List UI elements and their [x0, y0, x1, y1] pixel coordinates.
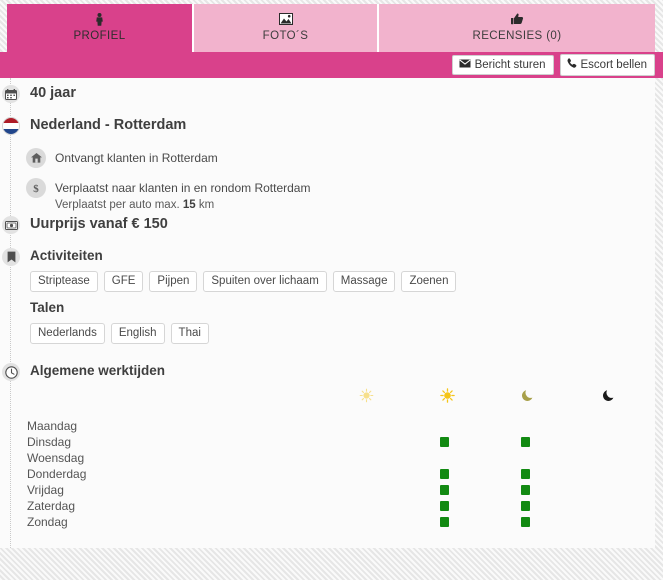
language-tag[interactable]: Thai — [171, 323, 209, 344]
day-label: Donderdag — [27, 466, 86, 482]
tab-fotos[interactable]: FOTO´S — [194, 4, 379, 52]
activities-title: Activiteiten — [30, 248, 103, 263]
activity-tag[interactable]: Striptease — [30, 271, 98, 292]
home-icon — [26, 148, 46, 168]
day-label: Dinsdag — [27, 434, 71, 450]
outcall-detail-value: 15 — [183, 199, 196, 211]
pale-sun-icon — [355, 388, 377, 406]
money-icon — [2, 216, 20, 234]
table-row: Donderdag — [0, 466, 655, 482]
thumbs-up-icon — [511, 13, 524, 27]
availability-marker — [440, 517, 449, 527]
activity-tag[interactable]: Spuiten over lichaam — [203, 271, 326, 292]
schedule-rows: Maandag Dinsdag Woensdag Donderdag Vrijd — [0, 418, 655, 530]
languages-tags: Nederlands English Thai — [30, 323, 209, 344]
schedule-title: Algemene werktijden — [30, 363, 165, 378]
profile-page: PROFIEL FOTO´S RECENSIES (0) — [0, 0, 663, 580]
tab-recensies[interactable]: RECENSIES (0) — [379, 4, 655, 52]
language-tag[interactable]: Nederlands — [30, 323, 105, 344]
tab-recensies-label: RECENSIES (0) — [473, 30, 562, 43]
day-label: Maandag — [27, 418, 77, 434]
photo-icon — [279, 13, 293, 27]
availability-marker — [521, 501, 530, 511]
schedule-header — [0, 388, 655, 410]
bright-sun-icon — [436, 388, 458, 406]
outcall-detail-suffix: km — [196, 199, 215, 211]
activity-tag[interactable]: Pijpen — [149, 271, 197, 292]
incall-text: Ontvangt klanten in Rotterdam — [55, 148, 218, 166]
table-row: Zondag — [0, 514, 655, 530]
dark-moon-icon — [599, 388, 621, 406]
dollar-icon: $ — [26, 178, 46, 198]
clock-icon — [2, 363, 20, 381]
escort-bellen-label: Escort bellen — [581, 59, 647, 71]
languages-title: Talen — [30, 300, 64, 315]
table-row: Vrijdag — [0, 482, 655, 498]
age-label: 40 jaar — [30, 85, 76, 101]
table-row: Woensdag — [0, 450, 655, 466]
person-icon — [95, 13, 104, 27]
language-tag[interactable]: English — [111, 323, 165, 344]
escort-bellen-button[interactable]: Escort bellen — [560, 54, 655, 76]
calendar-icon — [2, 85, 20, 103]
activities-tags: Striptease GFE Pijpen Spuiten over licha… — [30, 271, 456, 292]
availability-marker — [521, 485, 530, 495]
profile-card: 40 jaar Nederland - Rotterdam Ontvangt k… — [0, 78, 655, 548]
table-row: Dinsdag — [0, 434, 655, 450]
availability-marker — [440, 469, 449, 479]
day-label: Vrijdag — [27, 482, 64, 498]
day-label: Zondag — [27, 514, 68, 530]
tab-fotos-label: FOTO´S — [263, 30, 309, 43]
day-label: Woensdag — [27, 450, 84, 466]
bookmark-icon — [2, 248, 20, 266]
outcall-detail: Verplaatst per auto max. 15 km — [55, 198, 310, 213]
bericht-sturen-button[interactable]: Bericht sturen — [452, 55, 554, 75]
price-label: Uurprijs vanaf € 150 — [30, 216, 168, 232]
phone-icon — [567, 58, 577, 72]
availability-marker — [521, 469, 530, 479]
activity-tag[interactable]: GFE — [104, 271, 144, 292]
day-label: Zaterdag — [27, 498, 75, 514]
tab-profiel[interactable]: PROFIEL — [7, 4, 194, 52]
availability-marker — [521, 437, 530, 447]
tab-profiel-label: PROFIEL — [73, 30, 125, 43]
olive-moon-icon — [518, 388, 540, 406]
action-bar: Bericht sturen Escort bellen — [0, 52, 663, 78]
outcall-main: Verplaatst naar klanten in en rondom Rot… — [55, 181, 310, 195]
activity-tag[interactable]: Massage — [333, 271, 396, 292]
availability-marker — [440, 485, 449, 495]
location-label: Nederland - Rotterdam — [30, 117, 186, 133]
svg-text:$: $ — [33, 183, 39, 194]
table-row: Zaterdag — [0, 498, 655, 514]
bericht-sturen-label: Bericht sturen — [475, 59, 546, 71]
incall-row: Ontvangt klanten in Rotterdam — [26, 148, 218, 168]
table-row: Maandag — [0, 418, 655, 434]
availability-marker — [440, 437, 449, 447]
activity-tag[interactable]: Zoenen — [401, 271, 456, 292]
outcall-row: $ Verplaatst naar klanten in en rondom R… — [26, 178, 310, 213]
envelope-icon — [459, 59, 471, 71]
outcall-detail-prefix: Verplaatst per auto max. — [55, 199, 183, 211]
availability-marker — [521, 517, 530, 527]
availability-marker — [440, 501, 449, 511]
outcall-text: Verplaatst naar klanten in en rondom Rot… — [55, 178, 310, 213]
dutch-flag-icon — [2, 117, 20, 135]
tab-bar: PROFIEL FOTO´S RECENSIES (0) — [7, 4, 655, 52]
